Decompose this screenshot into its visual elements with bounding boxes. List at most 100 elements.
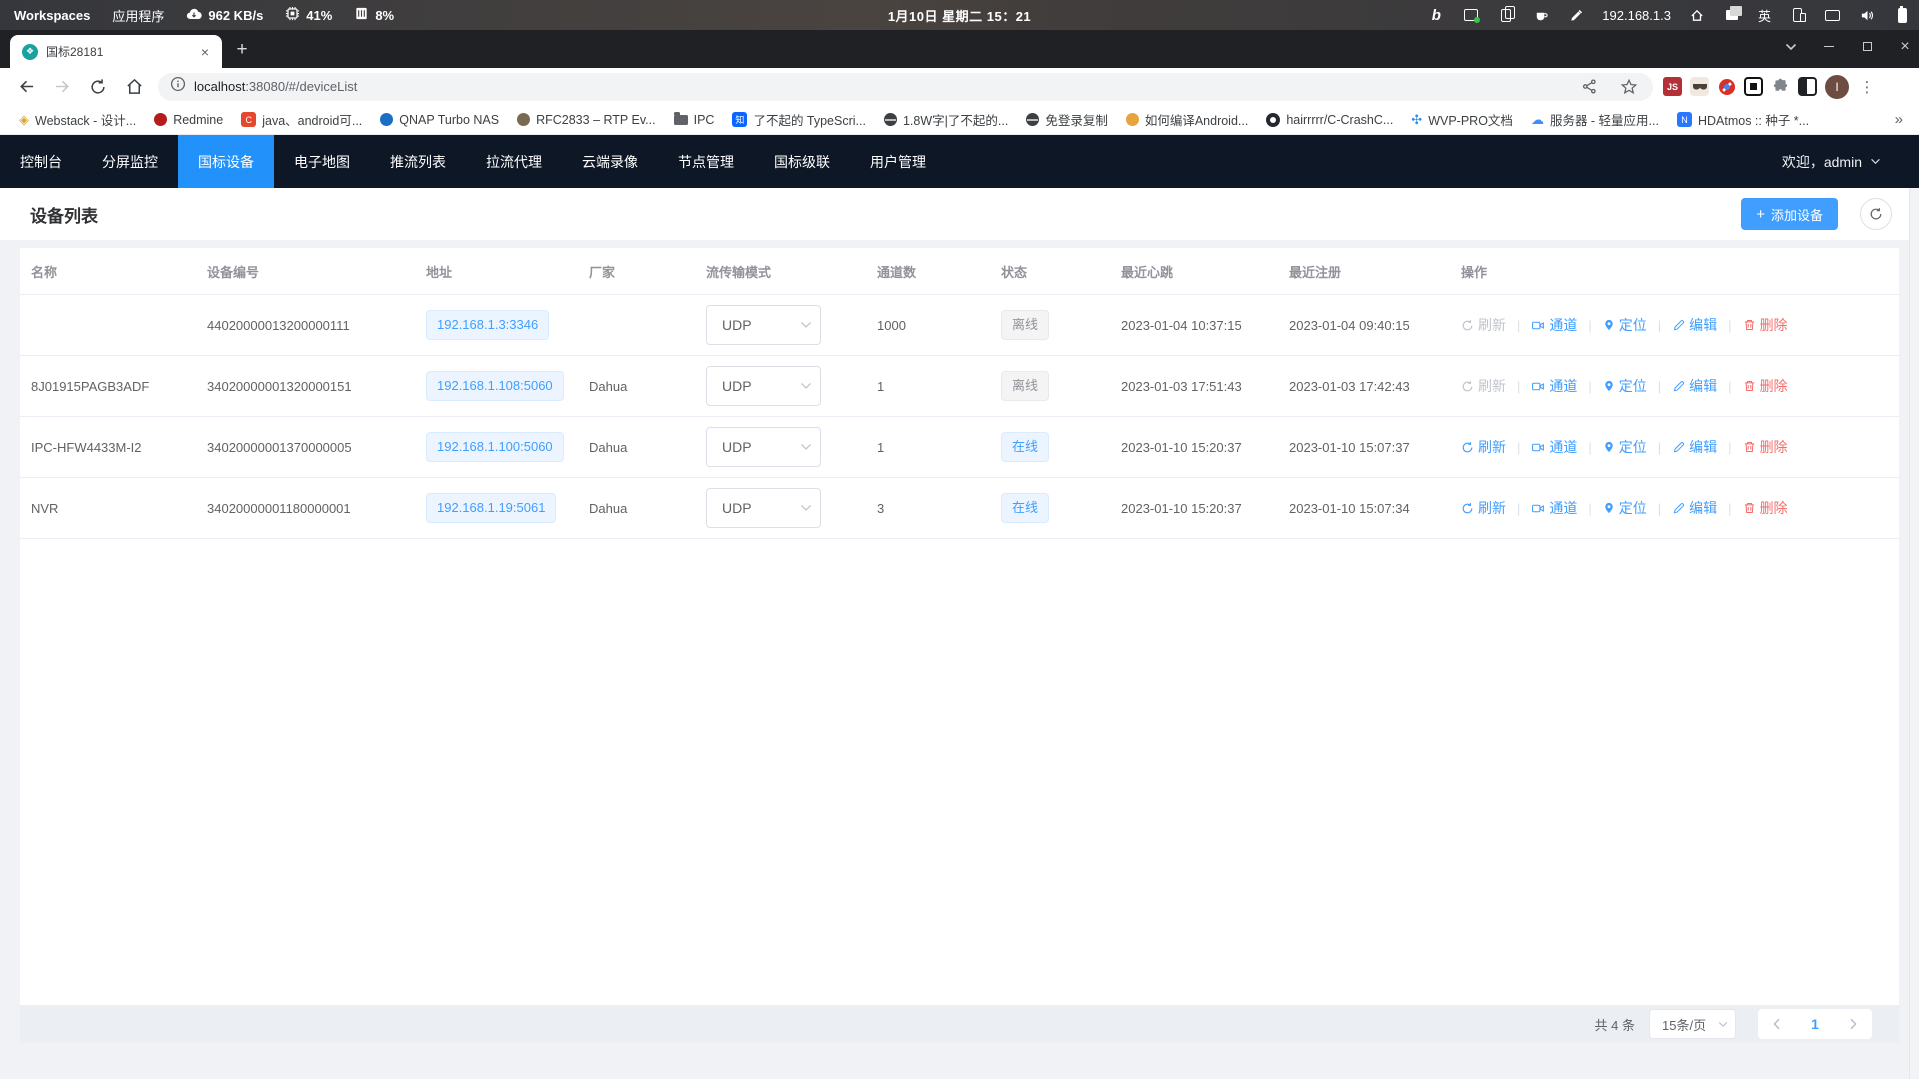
bookmark-item[interactable]: NHDAtmos :: 种子 *...	[1668, 108, 1818, 132]
home-button[interactable]	[120, 73, 148, 101]
prev-page-button[interactable]	[1758, 1009, 1795, 1039]
clipboard-tray-icon[interactable]	[1497, 6, 1515, 24]
memory-indicator[interactable]: 8%	[354, 6, 394, 24]
bookmark-item[interactable]: RFC2833 – RTP Ev...	[508, 108, 665, 132]
address-bar[interactable]: localhost:38080/#/deviceList	[158, 73, 1653, 101]
site-info-icon[interactable]	[170, 76, 186, 97]
home-tray-icon[interactable]	[1688, 6, 1706, 24]
clock[interactable]: 1月10日 星期二 15：21	[888, 6, 1031, 25]
scrollbar-track[interactable]	[1909, 188, 1919, 1079]
workspace-switcher-icon[interactable]	[1723, 6, 1741, 24]
extensions-puzzle-icon[interactable]	[1771, 77, 1790, 96]
action-delete[interactable]: 删除	[1743, 376, 1788, 396]
phone-connect-icon[interactable]	[1788, 6, 1806, 24]
nav-item-节点管理[interactable]: 节点管理	[658, 135, 754, 188]
forward-button[interactable]	[48, 73, 76, 101]
tab-search-chevron-icon[interactable]	[1783, 39, 1799, 55]
current-page-number[interactable]: 1	[1795, 1016, 1835, 1032]
action-locate[interactable]: 定位	[1603, 315, 1647, 335]
bookmark-item[interactable]: ◈Webstack - 设计...	[10, 108, 145, 132]
bookmark-item[interactable]: 知了不起的 TypeScri...	[723, 108, 875, 132]
new-tab-button[interactable]: +	[228, 36, 256, 64]
nav-item-推流列表[interactable]: 推流列表	[370, 135, 466, 188]
bookmark-item[interactable]: ✣WVP-PRO文档	[1402, 108, 1522, 132]
back-button[interactable]	[12, 73, 40, 101]
share-icon[interactable]	[1575, 73, 1603, 101]
nav-item-控制台[interactable]: 控制台	[0, 135, 82, 188]
window-minimize-button[interactable]	[1821, 39, 1837, 55]
battery-icon[interactable]	[1893, 6, 1911, 24]
bookmark-item[interactable]: hairrrrr/C-CrashC...	[1257, 108, 1402, 132]
action-channel[interactable]: 通道	[1531, 315, 1577, 335]
nav-item-云端录像[interactable]: 云端录像	[562, 135, 658, 188]
bookmark-item[interactable]: IPC	[665, 108, 724, 132]
workspaces-button[interactable]: Workspaces	[14, 8, 90, 23]
js-extension-icon[interactable]: JS	[1663, 77, 1682, 96]
url-text[interactable]: localhost:38080/#/deviceList	[194, 79, 1571, 94]
page-size-select[interactable]: 15条/页	[1649, 1009, 1736, 1039]
bookmark-star-icon[interactable]	[1615, 73, 1643, 101]
bookmark-item[interactable]: 1.8W字|了不起的...	[875, 108, 1017, 132]
action-label: 通道	[1549, 498, 1577, 518]
action-locate[interactable]: 定位	[1603, 437, 1647, 457]
bookmark-item[interactable]: QNAP Turbo NAS	[371, 108, 508, 132]
action-channel[interactable]: 通道	[1531, 498, 1577, 518]
nav-item-拉流代理[interactable]: 拉流代理	[466, 135, 562, 188]
action-delete[interactable]: 删除	[1743, 437, 1788, 457]
stream-mode-select[interactable]: UDP	[706, 427, 821, 467]
action-delete[interactable]: 删除	[1743, 498, 1788, 518]
action-delete[interactable]: 删除	[1743, 315, 1788, 335]
ip-address-indicator[interactable]: 192.168.1.3	[1602, 8, 1671, 23]
action-locate[interactable]: 定位	[1603, 498, 1647, 518]
action-edit[interactable]: 编辑	[1672, 376, 1717, 396]
screenshot-tray-icon[interactable]	[1462, 6, 1480, 24]
reload-button[interactable]	[84, 73, 112, 101]
reader-extension-icon[interactable]	[1798, 77, 1817, 96]
action-edit[interactable]: 编辑	[1672, 498, 1717, 518]
bookmarks-overflow-chevron[interactable]: »	[1895, 111, 1909, 128]
bing-tray-icon[interactable]: b	[1427, 6, 1445, 24]
stream-mode-select[interactable]: UDP	[706, 305, 821, 345]
nav-item-电子地图[interactable]: 电子地图	[274, 135, 370, 188]
applications-menu[interactable]: 应用程序	[112, 6, 164, 25]
bookmark-item[interactable]: Redmine	[145, 108, 232, 132]
action-locate[interactable]: 定位	[1603, 376, 1647, 396]
volume-icon[interactable]	[1858, 6, 1876, 24]
browser-menu-icon[interactable]: ⋮	[1857, 78, 1877, 96]
action-refresh[interactable]: 刷新	[1461, 437, 1506, 457]
action-channel[interactable]: 通道	[1531, 376, 1577, 396]
color-picker-tray-icon[interactable]	[1567, 6, 1585, 24]
window-restore-button[interactable]	[1859, 39, 1875, 55]
nav-item-国标级联[interactable]: 国标级联	[754, 135, 850, 188]
bookmark-item[interactable]: 免登录复制	[1017, 108, 1117, 132]
profile-avatar[interactable]: I	[1825, 75, 1849, 99]
tab-close-icon[interactable]: ×	[196, 43, 214, 61]
coffee-tray-icon[interactable]	[1532, 6, 1550, 24]
cpu-indicator[interactable]: 41%	[285, 6, 332, 24]
add-device-button[interactable]: + 添加设备	[1741, 198, 1838, 230]
refresh-list-button[interactable]	[1860, 198, 1892, 230]
display-settings-icon[interactable]	[1823, 6, 1841, 24]
nav-item-分屏监控[interactable]: 分屏监控	[82, 135, 178, 188]
nav-item-用户管理[interactable]: 用户管理	[850, 135, 946, 188]
mask-extension-icon[interactable]	[1690, 77, 1709, 96]
next-page-button[interactable]	[1835, 1009, 1872, 1039]
nav-item-国标设备[interactable]: 国标设备	[178, 135, 274, 188]
stream-mode-select[interactable]: UDP	[706, 488, 821, 528]
qr-extension-icon[interactable]	[1744, 77, 1763, 96]
blocker-extension-icon[interactable]	[1717, 77, 1736, 96]
network-speed-indicator[interactable]: 962 KB/s	[186, 7, 263, 24]
stream-mode-select[interactable]: UDP	[706, 366, 821, 406]
bookmark-item[interactable]: Cjava、android可...	[232, 108, 371, 132]
bookmark-item[interactable]: 如何编译Android...	[1117, 108, 1258, 132]
bookmark-item[interactable]: ☁服务器 - 轻量应用...	[1522, 108, 1668, 132]
action-edit[interactable]: 编辑	[1672, 315, 1717, 335]
action-edit[interactable]: 编辑	[1672, 437, 1717, 457]
action-channel[interactable]: 通道	[1531, 437, 1577, 457]
action-refresh[interactable]: 刷新	[1461, 498, 1506, 518]
window-close-button[interactable]: ×	[1897, 39, 1913, 55]
user-menu[interactable]: 欢迎，admin	[1782, 152, 1881, 172]
browser-tab[interactable]: ❖ 国标28181 ×	[10, 35, 222, 68]
input-language-indicator[interactable]: 英	[1758, 6, 1771, 25]
cell-registered: 2023-01-10 15:07:37	[1278, 440, 1450, 455]
